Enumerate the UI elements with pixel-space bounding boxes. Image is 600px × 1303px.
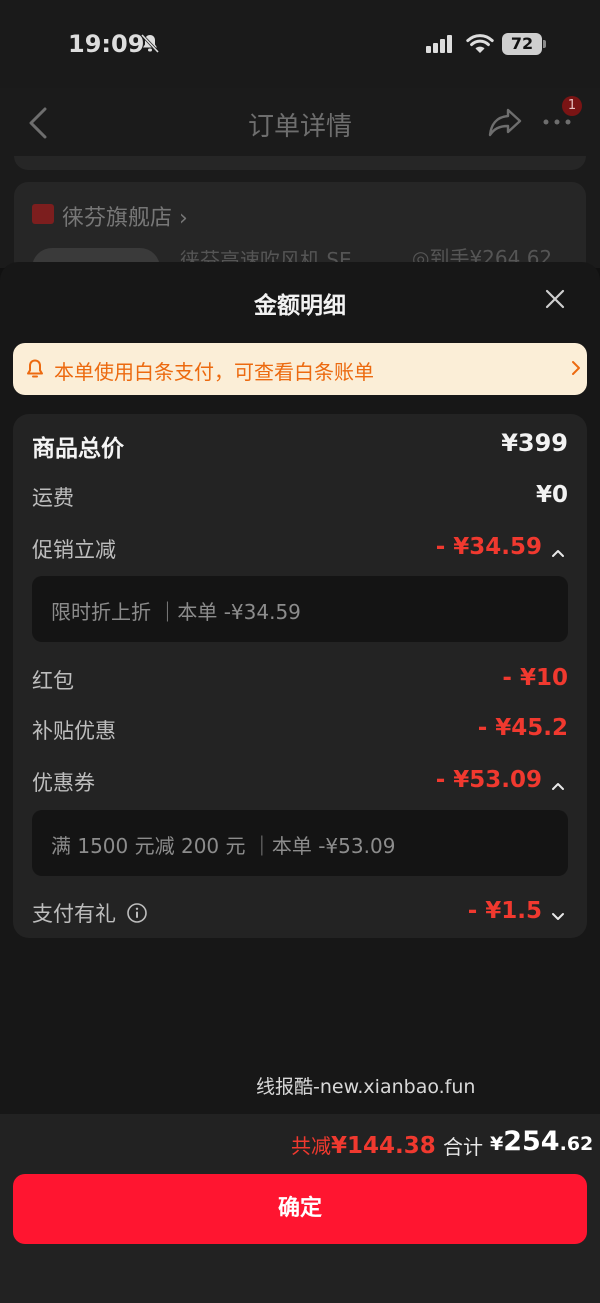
promo-detail-text: 限时折上折 ｜本单 -¥34.59 [51, 600, 301, 624]
status-bar: 19:09 72 [0, 0, 600, 88]
price-breakdown-card: 商品总价 ¥399 运费 ¥0 促销立减 - ¥34.59 限时折上折 ｜本单 … [13, 414, 587, 938]
row-goods-total: 商品总价 ¥399 [13, 429, 587, 462]
pay-gift-label: 支付有礼 [32, 902, 116, 926]
goods-total-value: ¥399 [501, 429, 568, 457]
battery-icon: 72 [502, 33, 542, 55]
coupon-detail: 满 1500 元减 200 元 ｜本单 -¥53.09 [32, 810, 568, 876]
background-card-edge [14, 156, 586, 170]
total-integer: 254 [503, 1126, 560, 1157]
total-discount: 共减¥144.38 [291, 1130, 436, 1159]
baitiao-notice-banner[interactable]: 本单使用白条支付，可查看白条账单 [13, 343, 587, 395]
row-shipping: 运费 ¥0 [13, 482, 587, 512]
promo-label: 促销立减 [32, 538, 116, 562]
store-name[interactable]: 徕芬旗舰店 › [62, 200, 188, 232]
coupon-value: - ¥53.09 [435, 767, 542, 793]
wifi-icon [466, 33, 494, 59]
close-icon[interactable] [542, 286, 568, 316]
chevron-up-icon[interactable] [551, 776, 565, 795]
bell-icon [25, 358, 45, 384]
row-red-packet: 红包 - ¥10 [13, 665, 587, 695]
total-label: 合计 [443, 1135, 483, 1159]
sheet-title: 金额明细 [254, 293, 346, 319]
red-packet-value: - ¥10 [502, 665, 568, 691]
chevron-down-icon[interactable] [551, 907, 565, 926]
notice-text: 本单使用白条支付，可查看白条账单 [54, 360, 374, 384]
share-icon[interactable] [487, 106, 523, 142]
store-logo-icon [32, 204, 54, 224]
subsidy-label: 补贴优惠 [32, 719, 116, 743]
battery-tip [543, 40, 546, 48]
watermark-text: 线报酷-new.xianbao.fun [256, 1076, 476, 1098]
chevron-right-icon [571, 360, 581, 380]
chevron-up-icon[interactable] [551, 543, 565, 562]
subsidy-value: - ¥45.2 [477, 715, 568, 741]
shipping-label: 运费 [32, 486, 74, 510]
coupon-label: 优惠券 [32, 771, 95, 795]
confirm-button[interactable]: 确定 [13, 1174, 587, 1244]
total-decimal: .62 [559, 1133, 594, 1155]
info-icon[interactable] [126, 902, 148, 928]
notification-badge: 1 [562, 96, 582, 116]
cellular-signal-icon [426, 35, 454, 57]
row-subsidy: 补贴优惠 - ¥45.2 [13, 715, 587, 745]
row-pay-gift[interactable]: 支付有礼 - ¥1.5 [13, 898, 587, 928]
status-time: 19:09 [68, 30, 145, 58]
total-amount: ¥254.62 [490, 1126, 593, 1157]
shipping-value: ¥0 [535, 482, 568, 508]
promo-value: - ¥34.59 [435, 534, 542, 560]
pay-gift-value: - ¥1.5 [467, 898, 542, 924]
goods-total-label: 商品总价 [32, 436, 124, 462]
red-packet-label: 红包 [32, 669, 74, 693]
mute-bell-icon [140, 33, 160, 59]
total-currency: ¥ [490, 1133, 504, 1155]
promo-detail: 限时折上折 ｜本单 -¥34.59 [32, 576, 568, 642]
bottom-bar: 共减¥144.38 合计 ¥254.62 确定 [0, 1114, 600, 1303]
order-detail-background: 订单详情 1 徕芬旗舰店 › 徕芬高速吹风机 SE ◎到手¥264.62 [0, 88, 600, 308]
discount-value: ¥144.38 [331, 1133, 436, 1159]
row-coupon[interactable]: 优惠券 - ¥53.09 [13, 767, 587, 797]
row-promo[interactable]: 促销立减 - ¥34.59 [13, 534, 587, 564]
discount-label: 共减 [291, 1134, 331, 1158]
coupon-detail-text: 满 1500 元减 200 元 ｜本单 -¥53.09 [51, 834, 396, 858]
